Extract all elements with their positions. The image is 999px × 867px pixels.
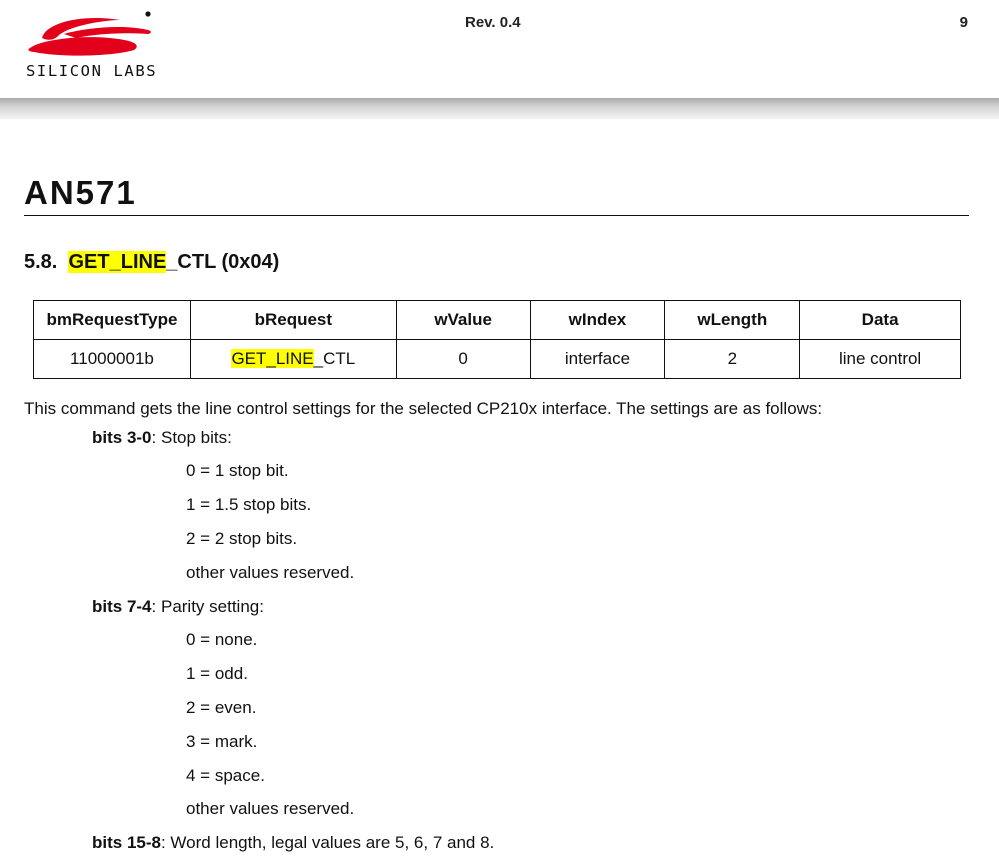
- header-divider-band: [0, 98, 999, 119]
- header-wvalue: wValue: [395, 300, 531, 340]
- cell-bmrequesttype: 11000001b: [33, 339, 191, 379]
- intro-paragraph: This command gets the line control setti…: [24, 399, 823, 418]
- page-number: 9: [959, 14, 968, 31]
- highlighted-term: GET_LINE: [231, 349, 314, 368]
- list-item: 0 = 1 stop bit.: [186, 461, 289, 480]
- list-item: 3 = mark.: [186, 732, 258, 751]
- silicon-labs-swoosh-icon: [28, 11, 151, 56]
- header-wlength: wLength: [664, 300, 801, 340]
- field-description: : Word length, legal values are 5, 6, 7 …: [160, 833, 495, 852]
- cell-windex: interface: [529, 339, 666, 379]
- cell-wlength: 2: [664, 339, 801, 379]
- list-item: 0 = none.: [186, 630, 258, 649]
- section-name-rest: _CTL (0x04): [166, 251, 280, 273]
- section-heading: 5.8. GET_LINE_CTL (0x04): [24, 250, 279, 274]
- brequest-rest: _CTL: [313, 349, 356, 368]
- list-item: 1 = 1.5 stop bits.: [186, 495, 312, 514]
- request-table: bmRequestType bRequest wValue wIndex wLe…: [33, 300, 961, 379]
- field-label: bits 3-0: [92, 428, 152, 447]
- list-item: other values reserved.: [186, 799, 355, 818]
- list-item: other values reserved.: [186, 563, 355, 582]
- field-label: bits 7-4: [92, 597, 152, 616]
- list-item: 2 = even.: [186, 698, 257, 717]
- document-page: SILICON LABS Rev. 0.4 9 AN571 5.8. GET_L…: [0, 0, 999, 867]
- revision-label: Rev. 0.4: [465, 14, 521, 31]
- cell-data: line control: [799, 339, 961, 379]
- document-title: AN571: [24, 174, 137, 211]
- table-header-row: bmRequestType bRequest wValue wIndex wLe…: [33, 300, 961, 340]
- cell-wvalue: 0: [395, 339, 531, 379]
- header-data: Data: [799, 300, 961, 340]
- field-label: bits 15-8: [92, 833, 161, 852]
- silicon-labs-logo: SILICON LABS: [24, 8, 158, 80]
- header-windex: wIndex: [529, 300, 666, 340]
- field-stop-bits: bits 3-0: Stop bits:: [92, 429, 232, 446]
- section-number: 5.8.: [24, 251, 58, 273]
- cell-brequest: GET_LINE_CTL: [189, 339, 397, 379]
- logo-wordmark: SILICON LABS: [26, 62, 158, 80]
- header-bmrequesttype: bmRequestType: [33, 300, 191, 340]
- highlighted-term: GET_LINE: [68, 251, 167, 273]
- list-item: 4 = space.: [186, 766, 265, 785]
- field-word-length: bits 15-8: Word length, legal values are…: [92, 834, 494, 851]
- field-description: : Parity setting:: [151, 597, 264, 616]
- field-description: : Stop bits:: [151, 428, 232, 447]
- table-row: 11000001b GET_LINE_CTL 0 interface 2 lin…: [33, 339, 961, 379]
- page-header: SILICON LABS Rev. 0.4 9: [0, 0, 999, 98]
- list-item: 1 = odd.: [186, 664, 248, 683]
- list-item: 2 = 2 stop bits.: [186, 529, 298, 548]
- header-brequest: bRequest: [189, 300, 397, 340]
- field-parity: bits 7-4: Parity setting:: [92, 598, 264, 615]
- title-rule: [24, 215, 969, 216]
